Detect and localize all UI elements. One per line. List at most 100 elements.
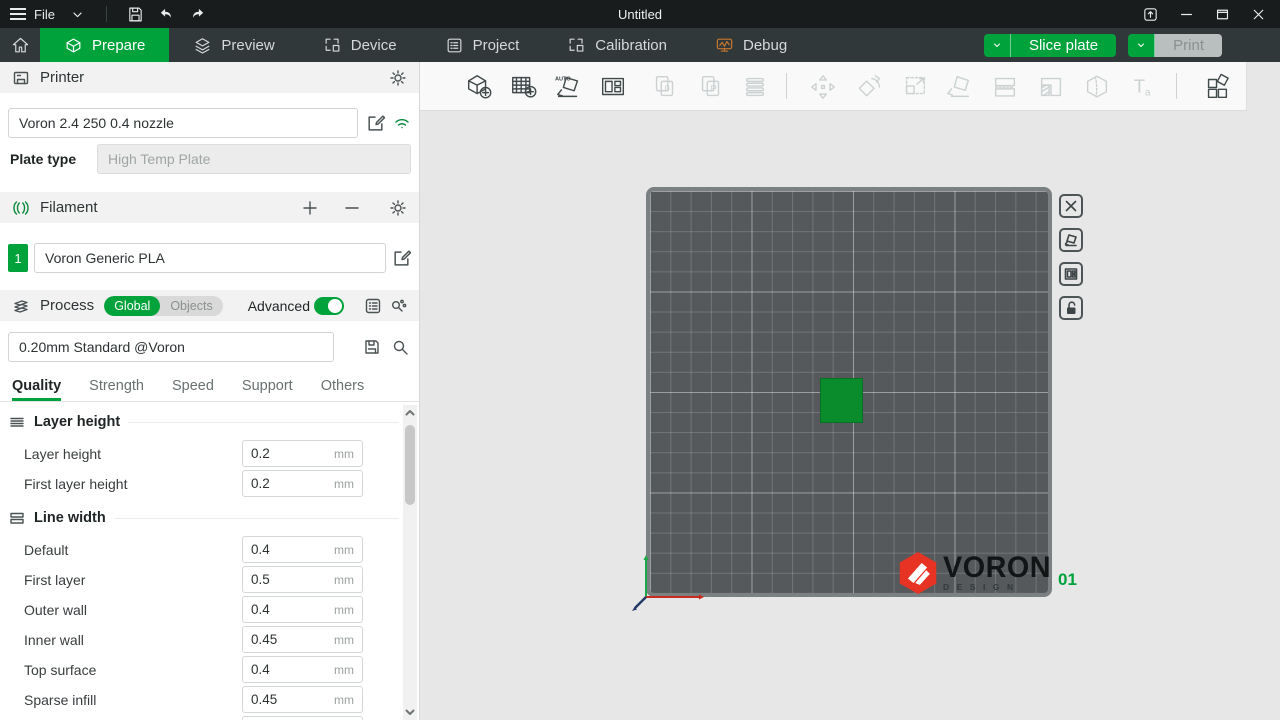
plate-number-label[interactable]: 01 (1058, 570, 1077, 590)
scrollbar-thumb[interactable] (405, 425, 415, 505)
layer-height-input[interactable]: 0.2mm (242, 440, 363, 467)
default-line-width-input[interactable]: 0.4mm (242, 536, 363, 563)
remove-filament-icon[interactable] (343, 199, 361, 217)
first-layer-line-width-input[interactable]: 0.5mm (242, 566, 363, 593)
parameter-list-icon[interactable] (364, 297, 382, 315)
filament-preset-select[interactable]: Voron Generic PLA (34, 243, 386, 273)
file-menu[interactable]: File (10, 5, 55, 23)
app-window: File Untitled Prepare Preview (0, 0, 1280, 720)
assembly-view-button[interactable] (1200, 70, 1234, 104)
group-layer-height: Layer height (8, 412, 399, 432)
tab-label: Preview (221, 37, 274, 54)
parameters-panel: Layer height Layer height 0.2mm First la… (0, 402, 419, 720)
maximize-button[interactable] (1208, 2, 1236, 26)
outer-wall-line-width-input[interactable]: 0.4mm (242, 596, 363, 623)
svg-text:0: 0 (665, 84, 670, 94)
sidebar-scrollbar[interactable] (403, 405, 417, 720)
auto-orient-plate-button[interactable] (1059, 228, 1083, 252)
param-row: Inner wall 0.45mm (24, 626, 363, 653)
printer-settings-gear-icon[interactable] (389, 69, 407, 87)
edit-printer-icon[interactable] (366, 114, 385, 133)
chevron-down-icon[interactable] (69, 6, 86, 23)
process-preset-select[interactable]: 0.20mm Standard @Voron (8, 332, 334, 362)
arrange-button[interactable] (596, 70, 630, 104)
tab-calibration[interactable]: Calibration (543, 28, 691, 62)
inner-wall-line-width-input[interactable]: 0.45mm (242, 626, 363, 653)
sparse-infill-line-width-input[interactable]: 0.45mm (242, 686, 363, 713)
tab-strength[interactable]: Strength (89, 378, 144, 401)
tab-device[interactable]: Device (299, 28, 421, 62)
file-menu-label: File (34, 7, 55, 22)
first-layer-height-input[interactable]: 0.2mm (242, 470, 363, 497)
add-filament-icon[interactable] (301, 199, 319, 217)
tab-debug[interactable]: Debug (691, 28, 811, 62)
undo-icon[interactable] (158, 6, 175, 23)
filament-slot-badge[interactable]: 1 (8, 244, 28, 272)
printer-icon (12, 69, 30, 87)
scope-global[interactable]: Global (104, 296, 160, 316)
delete-plate-button[interactable] (1059, 194, 1083, 218)
minimize-button[interactable] (1172, 2, 1200, 26)
next-param-input[interactable] (242, 716, 363, 720)
process-section-title: Process (40, 297, 94, 314)
tab-speed[interactable]: Speed (172, 378, 214, 401)
hamburger-icon (10, 5, 26, 23)
param-row: First layer height 0.2mm (24, 470, 363, 497)
tab-support[interactable]: Support (242, 378, 293, 401)
tab-prepare[interactable]: Prepare (40, 28, 169, 62)
add-object-button[interactable] (462, 70, 496, 104)
plate-type-select[interactable]: High Temp Plate (97, 144, 411, 174)
param-row: Outer wall 0.4mm (24, 596, 363, 623)
arrange-plate-button[interactable] (1059, 262, 1083, 286)
process-stack-icon (12, 297, 30, 315)
wifi-connection-icon[interactable] (393, 114, 411, 132)
titlebar: File Untitled (0, 0, 1280, 28)
top-surface-line-width-input[interactable]: 0.4mm (242, 656, 363, 683)
param-row: Top surface 0.4mm (24, 656, 363, 683)
filament-settings-gear-icon[interactable] (389, 199, 407, 217)
lock-plate-button[interactable] (1059, 296, 1083, 320)
close-button[interactable] (1244, 2, 1272, 26)
advanced-toggle[interactable] (314, 297, 344, 315)
paste-icon: P (696, 72, 726, 102)
edit-filament-icon[interactable] (392, 249, 411, 268)
scroll-down-icon[interactable] (404, 706, 416, 718)
param-label: Layer height (24, 446, 101, 462)
tab-project[interactable]: Project (421, 28, 544, 62)
print-button[interactable]: Print (1128, 34, 1222, 57)
filament-spool-icon (12, 199, 30, 217)
param-label: Outer wall (24, 602, 87, 618)
add-text-button: Ta (1126, 70, 1160, 104)
home-button[interactable] (0, 28, 40, 62)
process-scope-toggle[interactable]: Global Objects (104, 296, 223, 316)
param-row: Default 0.4mm (24, 536, 363, 563)
parameter-search-icon[interactable] (389, 297, 407, 315)
split-to-parts-button (1034, 70, 1068, 104)
viewport-3d[interactable]: AUTO 0 P Ta (420, 62, 1280, 720)
redo-icon[interactable] (189, 6, 206, 23)
group-line-width: Line width (8, 508, 399, 528)
move-icon (808, 72, 838, 102)
tab-label: Calibration (595, 37, 667, 54)
model-cube[interactable] (820, 378, 863, 423)
save-preset-icon[interactable] (363, 338, 381, 356)
printer-preset-select[interactable]: Voron 2.4 250 0.4 nozzle (8, 108, 358, 138)
line-width-icon (8, 509, 26, 527)
copy-icon: 0 (650, 72, 680, 102)
save-icon[interactable] (127, 6, 144, 23)
search-icon[interactable] (391, 338, 409, 356)
titlebar-divider (106, 6, 107, 22)
slice-dropdown-chevron-icon[interactable] (984, 34, 1011, 57)
auto-orient-button[interactable]: AUTO (552, 70, 586, 104)
tab-preview[interactable]: Preview (169, 28, 298, 62)
tab-others[interactable]: Others (321, 378, 365, 401)
scroll-up-icon[interactable] (404, 407, 416, 419)
tab-quality[interactable]: Quality (12, 378, 61, 401)
slice-plate-button[interactable]: Slice plate (984, 34, 1116, 57)
print-dropdown-chevron-icon[interactable] (1128, 34, 1155, 57)
export-icon[interactable] (1136, 2, 1164, 26)
add-plate-button[interactable] (507, 70, 541, 104)
scope-objects[interactable]: Objects (160, 296, 222, 316)
tab-label: Project (473, 37, 520, 54)
prepare-box-icon (64, 36, 83, 55)
